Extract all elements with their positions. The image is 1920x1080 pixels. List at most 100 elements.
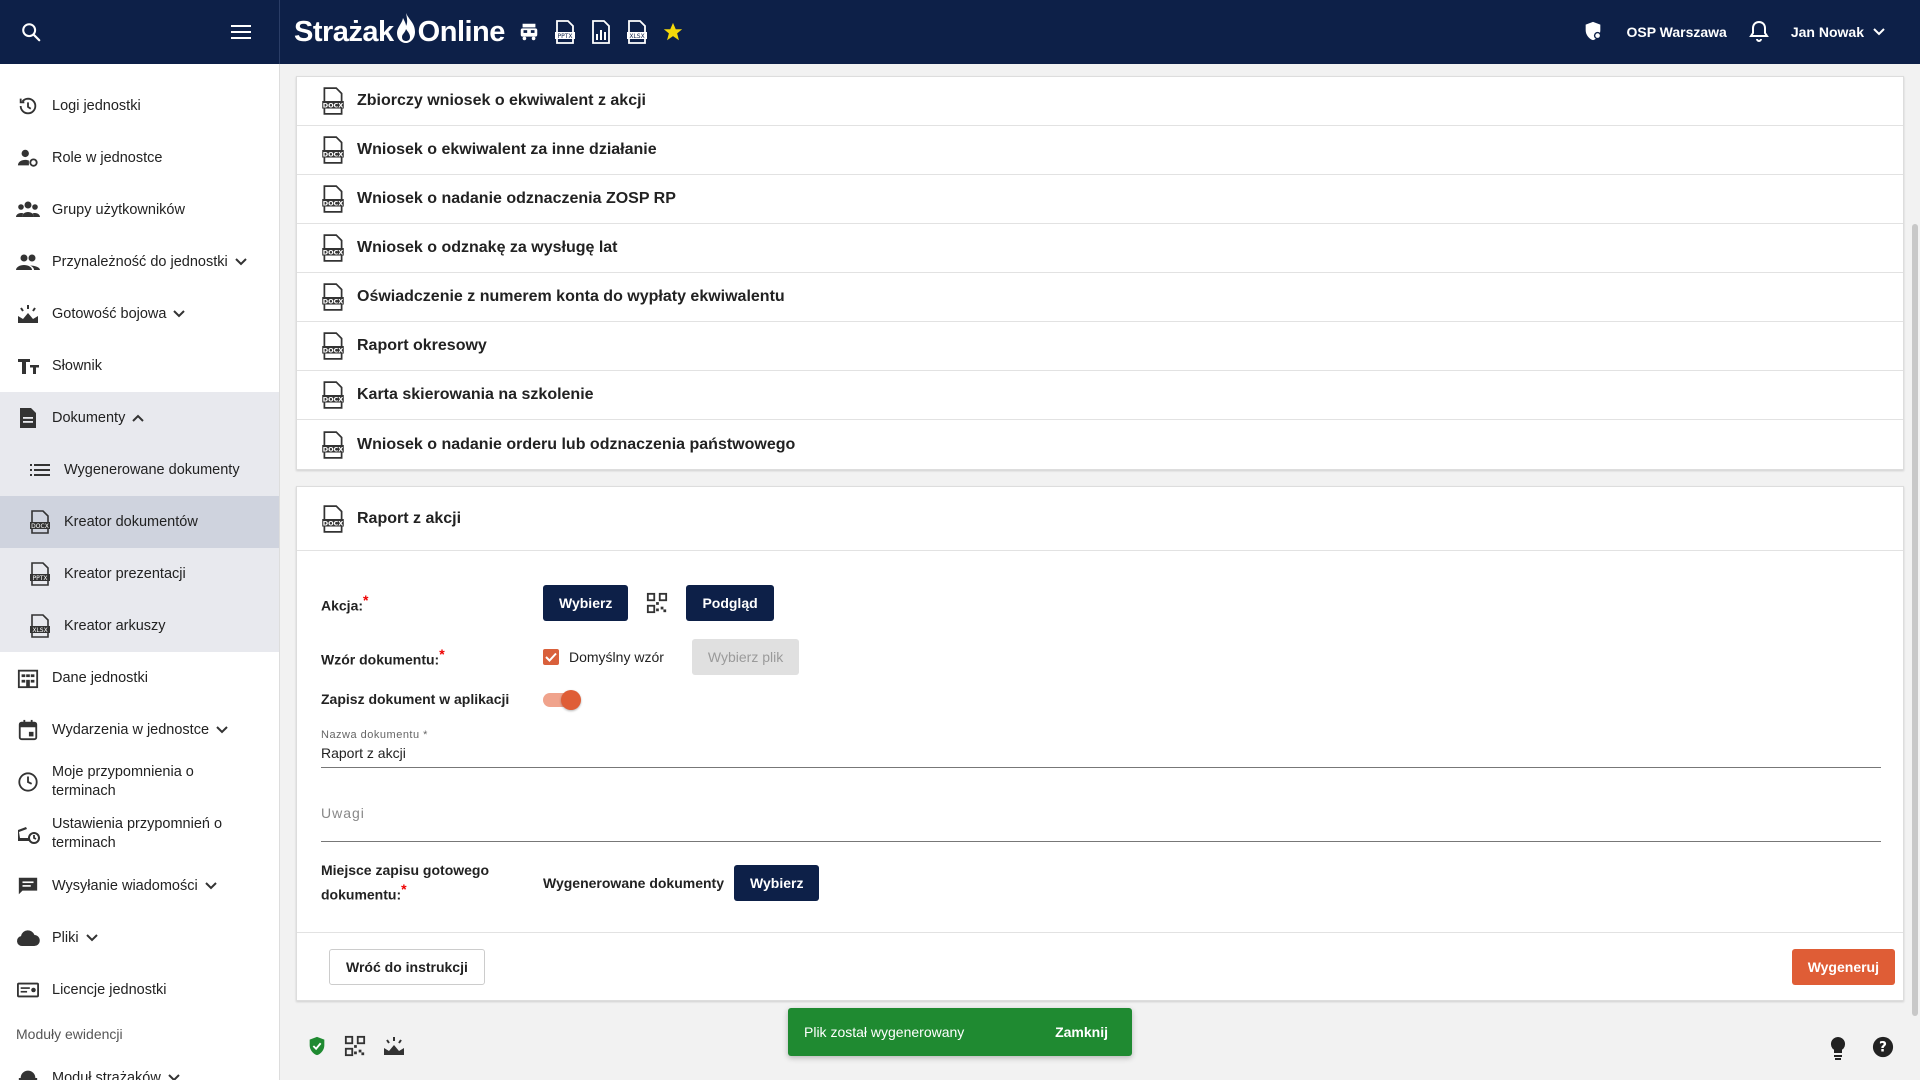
sidebar-item-unit-data[interactable]: Dane jednostki xyxy=(0,652,279,704)
sidebar-item-membership[interactable]: Przynależność do jednostki xyxy=(0,236,279,288)
star-icon[interactable] xyxy=(661,20,685,44)
sidebar-section-title: Moduły ewidencji xyxy=(16,1026,123,1042)
document-item[interactable]: DOCX Karta skierowania na szkolenie xyxy=(297,371,1903,420)
sidebar-item-unit-events[interactable]: Wydarzenia w jednostce xyxy=(0,704,279,756)
document-item[interactable]: DOCX Zbiorczy wniosek o ekwiwalent z akc… xyxy=(297,77,1903,126)
chevron-up-icon xyxy=(131,413,145,423)
user-settings-icon xyxy=(16,146,40,170)
help-icon[interactable]: ? xyxy=(1872,1036,1894,1065)
document-name-value: Raport z akcji xyxy=(321,745,406,761)
sidebar-item-readiness[interactable]: Gotowość bojowa xyxy=(0,288,279,340)
svg-text:PPTX: PPTX xyxy=(32,575,47,582)
report-icon[interactable] xyxy=(589,20,613,44)
xlsx-icon[interactable]: XLSX xyxy=(625,20,649,44)
fire-truck-icon[interactable] xyxy=(517,20,541,44)
default-template-label: Domyślny wzór xyxy=(569,649,664,665)
xlsx-icon: XLSX xyxy=(28,614,52,638)
sidebar-item-label: Kreator dokumentów xyxy=(64,514,198,530)
svg-text:DOCX: DOCX xyxy=(323,101,344,109)
document-template-list: DOCX Zbiorczy wniosek o ekwiwalent z akc… xyxy=(296,76,1904,470)
svg-text:DOCX: DOCX xyxy=(323,346,344,354)
document-item[interactable]: DOCX Oświadczenie z numerem konta do wyp… xyxy=(297,273,1903,322)
sidebar-item-reminder-settings[interactable]: Ustawienia przypomnień o terminach xyxy=(0,808,279,860)
alarm-icon[interactable] xyxy=(382,1035,406,1062)
sidebar-item-presentation-creator[interactable]: PPTX Kreator prezentacji xyxy=(0,548,279,600)
back-to-instructions-button[interactable]: Wróć do instrukcji xyxy=(329,948,485,985)
sidebar-item-messages[interactable]: Wysyłanie wiadomości xyxy=(0,860,279,912)
document-item-label: Raport okresowy xyxy=(357,337,487,354)
pptx-icon[interactable]: PPTX xyxy=(553,20,577,44)
preview-button[interactable]: Podgląd xyxy=(686,585,774,621)
chevron-down-icon xyxy=(204,881,218,891)
search-icon[interactable] xyxy=(20,21,42,43)
lightbulb-icon[interactable] xyxy=(1828,1036,1848,1065)
docx-icon: DOCX xyxy=(321,381,345,409)
check-icon xyxy=(543,649,559,665)
snackbar-close-button[interactable]: Zamknij xyxy=(1055,1024,1108,1040)
qr-code-icon[interactable] xyxy=(646,592,668,614)
generate-button[interactable]: Wygeneruj xyxy=(1791,948,1895,985)
document-item[interactable]: DOCX Wniosek o nadanie orderu lub odznac… xyxy=(297,420,1903,469)
sidebar-item-label: Pliki xyxy=(52,930,79,946)
snackbar-message: Plik został wygenerowany xyxy=(804,1024,965,1040)
svg-text:DOCX: DOCX xyxy=(323,248,344,256)
sidebar-item-sheet-creator[interactable]: XLSX Kreator arkuszy xyxy=(0,600,279,652)
sidebar-item-unit-logs[interactable]: Logi jednostki xyxy=(0,80,279,132)
document-item[interactable]: DOCX Wniosek o odznakę za wysługę lat xyxy=(297,224,1903,273)
list-icon xyxy=(28,458,52,482)
sidebar-item-label: Dane jednostki xyxy=(52,670,148,686)
sidebar-item-generated-documents[interactable]: Wygenerowane dokumenty xyxy=(0,444,279,496)
docx-icon: DOCX xyxy=(28,510,52,534)
svg-text:PPTX: PPTX xyxy=(557,33,572,40)
sidebar-item-files[interactable]: Pliki xyxy=(0,912,279,964)
location-row: Miejsce zapisu gotowego dokumentu:* Wyge… xyxy=(321,861,820,905)
svg-text:XLSX: XLSX xyxy=(629,33,644,40)
choose-file-button[interactable]: Wybierz plik xyxy=(691,639,800,675)
sidebar-item-licenses[interactable]: Licencje jednostki xyxy=(0,964,279,1016)
action-row: Akcja:* Wybierz Podgląd xyxy=(321,585,774,621)
unit-name[interactable]: OSP Warszawa xyxy=(1626,24,1726,40)
document-item[interactable]: DOCX Raport okresowy xyxy=(297,322,1903,371)
firefighter-icon xyxy=(16,1066,40,1080)
sidebar-item-firefighters-module[interactable]: Moduł strażaków xyxy=(0,1052,279,1080)
app-logo[interactable]: Strażak Online xyxy=(294,12,505,52)
menu-icon[interactable] xyxy=(231,23,253,41)
sidebar-item-roles[interactable]: Role w jednostce xyxy=(0,132,279,184)
location-label: Miejsce zapisu gotowego dokumentu:* xyxy=(321,862,490,903)
sidebar-group-documents: Dokumenty Wygenerowane dokumenty DOCX Kr… xyxy=(0,392,279,652)
template-label: Wzór dokumentu:* xyxy=(321,645,445,668)
calendar-icon xyxy=(16,718,40,742)
sidebar-item-document-creator[interactable]: DOCX Kreator dokumentów xyxy=(0,496,279,548)
main-content: DOCX Zbiorczy wniosek o ekwiwalent z akc… xyxy=(296,64,1904,1001)
document-name-field[interactable]: Nazwa dokumentu * Raport z akcji xyxy=(321,729,1881,768)
scrollbar[interactable] xyxy=(1912,224,1918,1016)
sidebar-item-documents[interactable]: Dokumenty xyxy=(0,392,279,444)
save-toggle[interactable] xyxy=(543,689,581,710)
sidebar-item-dictionary[interactable]: Słownik xyxy=(0,340,279,392)
groups-icon xyxy=(16,198,40,222)
shield-icon[interactable] xyxy=(1582,20,1604,45)
document-item[interactable]: DOCX Wniosek o ekwiwalent za inne działa… xyxy=(297,126,1903,175)
sidebar-item-user-groups[interactable]: Grupy użytkowników xyxy=(0,184,279,236)
clock-icon xyxy=(16,770,40,794)
choose-location-button[interactable]: Wybierz xyxy=(734,864,820,901)
form-title: Raport z akcji xyxy=(357,509,462,527)
svg-text:DOCX: DOCX xyxy=(323,199,344,207)
document-icon xyxy=(16,406,40,430)
default-template-checkbox[interactable]: Domyślny wzór xyxy=(543,649,664,665)
choose-action-button[interactable]: Wybierz xyxy=(543,585,629,621)
people-icon xyxy=(16,250,40,274)
docx-icon: DOCX xyxy=(321,136,345,164)
svg-text:DOCX: DOCX xyxy=(323,150,344,158)
docx-icon: DOCX xyxy=(321,185,345,213)
verified-shield-icon[interactable] xyxy=(306,1035,328,1062)
bell-icon[interactable] xyxy=(1748,20,1769,45)
docx-icon: DOCX xyxy=(321,332,345,360)
toggle-knob xyxy=(561,689,581,710)
qr-code-icon[interactable] xyxy=(344,1035,366,1062)
document-item[interactable]: DOCX Wniosek o nadanie odznaczenia ZOSP … xyxy=(297,175,1903,224)
sidebar-item-my-reminders[interactable]: Moje przypomnienia o terminach xyxy=(0,756,279,808)
user-menu[interactable]: Jan Nowak xyxy=(1791,24,1886,40)
save-label: Zapisz dokument w aplikacji xyxy=(321,691,510,707)
notes-field[interactable]: Uwagi xyxy=(321,805,1881,842)
